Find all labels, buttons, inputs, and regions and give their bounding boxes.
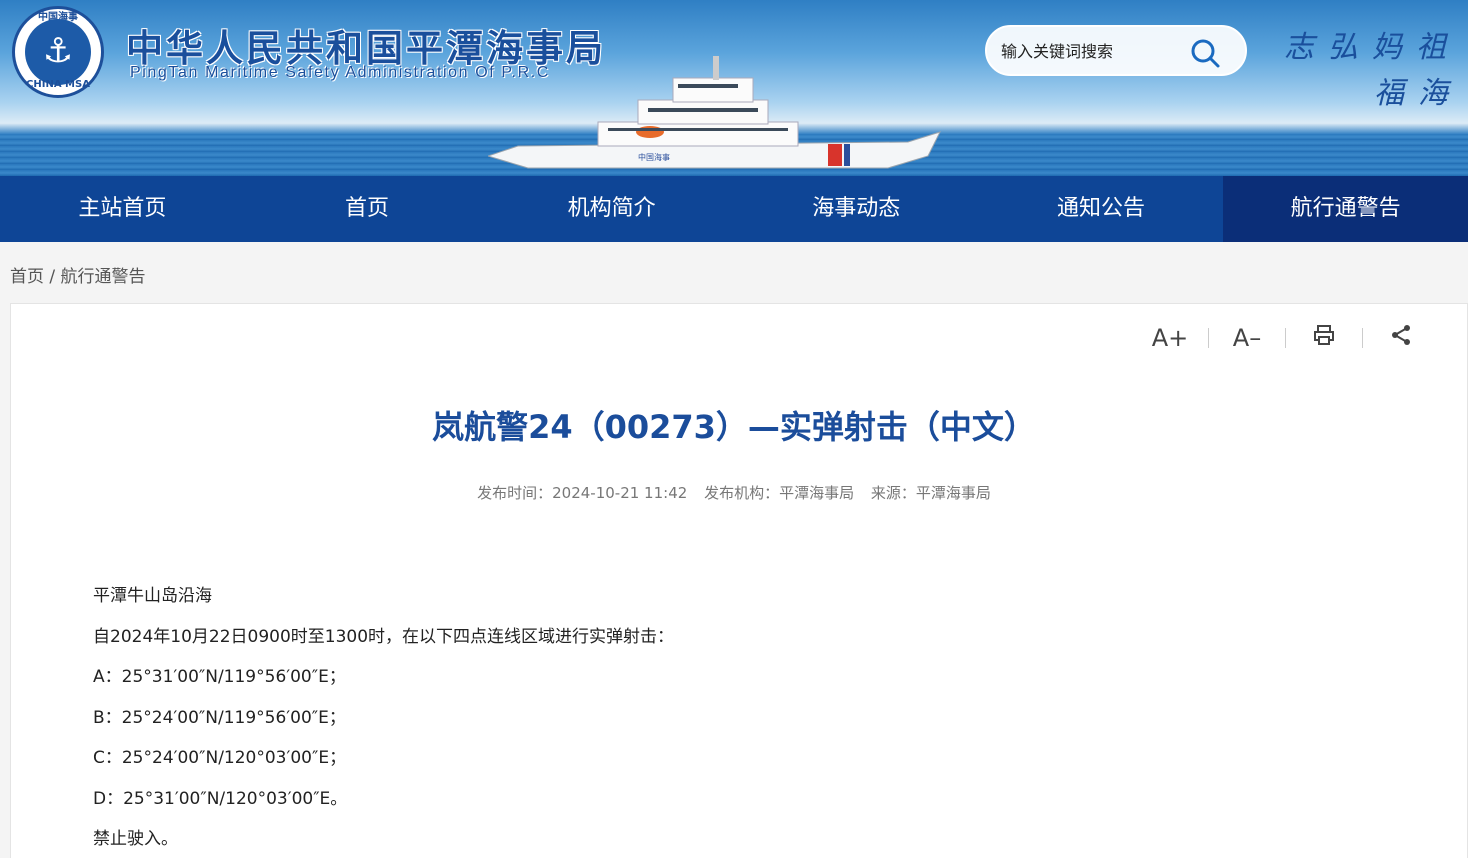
logo-emblem: ⚓ xyxy=(25,19,91,85)
breadcrumb-separator: / xyxy=(49,267,56,287)
toolbar-divider xyxy=(1208,328,1209,348)
search-icon[interactable] xyxy=(1189,37,1221,69)
main-nav: 主站首页 首页 机构简介 海事动态 通知公告 航行通警告 xyxy=(0,176,1468,242)
article-body: 平潭牛山岛沿海 自2024年10月22日0900时至1300时，在以下四点连线区… xyxy=(93,582,1393,858)
breadcrumb-current[interactable]: 航行通警告 xyxy=(61,267,146,287)
print-button[interactable] xyxy=(1298,324,1350,352)
source: 来源：平潭海事局 xyxy=(870,484,991,502)
slogan-line-1: 志弘妈祖 xyxy=(1284,30,1460,65)
share-button[interactable] xyxy=(1375,324,1427,352)
article-card: A+ A– 岚航警24（00273）—实弹射击（中文） 发布时间：2024-10… xyxy=(10,303,1468,858)
article-title: 岚航警24（00273）—实弹射击（中文） xyxy=(432,408,1036,446)
font-increase-button[interactable]: A+ xyxy=(1144,324,1196,352)
nav-item-notices[interactable]: 通知公告 xyxy=(979,176,1224,242)
site-subtitle: PingTan Maritime Safety Administration O… xyxy=(130,64,550,81)
nav-item-about[interactable]: 机构简介 xyxy=(489,176,734,242)
toolbar-divider xyxy=(1285,328,1286,348)
breadcrumb: 首页 / 航行通警告 xyxy=(10,262,146,287)
article-paragraph: 自2024年10月22日0900时至1300时，在以下四点连线区域进行实弹射击： xyxy=(93,626,675,647)
share-icon xyxy=(1392,325,1410,345)
slogan-line-2: 福海 xyxy=(1374,76,1462,111)
logo-bottom-text: CHINA MSA xyxy=(26,79,90,90)
breadcrumb-home[interactable]: 首页 xyxy=(10,267,44,287)
article-paragraph: D：25°31′00″N/120°03′00″E。 xyxy=(93,788,348,809)
article-meta: 发布时间：2024-10-21 11:42 发布机构：平潭海事局 来源：平潭海事… xyxy=(11,482,1457,503)
china-msa-logo[interactable]: 中国海事 ⚓ CHINA MSA xyxy=(12,6,104,98)
svg-text:中国海事: 中国海事 xyxy=(638,152,670,162)
anchor-icon: ⚓ xyxy=(42,31,74,71)
header-banner: 中国海事 中国海事 ⚓ CHINA MSA 中华人民共和国平潭海事局 PingT… xyxy=(0,0,1468,176)
search-input[interactable] xyxy=(1001,37,1191,65)
toolbar-divider xyxy=(1362,328,1363,348)
search-box xyxy=(985,25,1247,76)
nav-item-home[interactable]: 首页 xyxy=(245,176,490,242)
print-icon xyxy=(1314,325,1334,345)
article-paragraph: 禁止驶入。 xyxy=(93,829,178,849)
font-decrease-button[interactable]: A– xyxy=(1221,324,1273,352)
nav-item-maritime-news[interactable]: 海事动态 xyxy=(734,176,979,242)
publisher: 发布机构：平潭海事局 xyxy=(704,484,855,502)
nav-item-main-site-home[interactable]: 主站首页 xyxy=(0,176,245,242)
article-paragraph: A：25°31′00″N/119°56′00″E； xyxy=(93,667,346,687)
publish-time: 发布时间：2024-10-21 11:42 xyxy=(477,484,688,502)
nav-item-navigation-warnings[interactable]: 航行通警告 xyxy=(1223,176,1468,242)
article-toolbar: A+ A– xyxy=(1144,324,1427,352)
article-paragraph: C：25°24′00″N/120°03′00″E； xyxy=(93,748,347,768)
article-paragraph: 平潭牛山岛沿海 xyxy=(93,586,212,606)
article-paragraph: B：25°24′00″N/119°56′00″E； xyxy=(93,707,346,728)
